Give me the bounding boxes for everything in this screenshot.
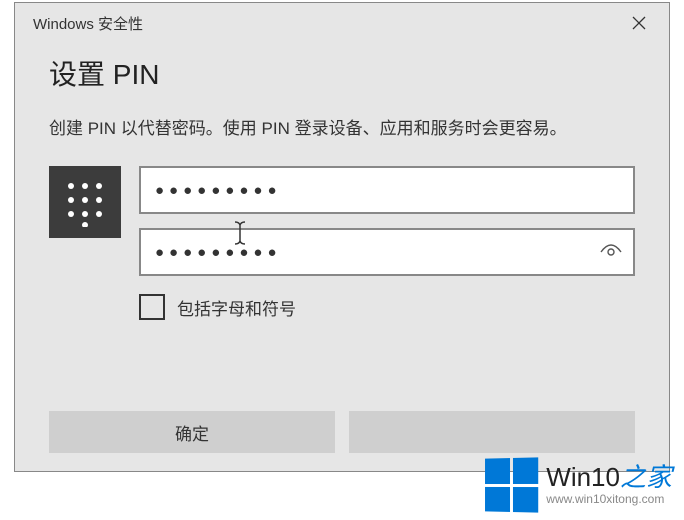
- pin-field[interactable]: [139, 166, 635, 214]
- close-icon: [632, 16, 646, 30]
- confirm-pin-field[interactable]: [139, 228, 635, 276]
- reveal-password-button[interactable]: [597, 238, 625, 266]
- pin-form: [49, 166, 635, 276]
- checkbox-row: 包括字母和符号: [139, 294, 635, 320]
- close-button[interactable]: [621, 7, 657, 39]
- windows-logo-icon: [485, 457, 538, 512]
- button-row: 确定: [49, 411, 635, 453]
- cancel-button[interactable]: [349, 411, 635, 453]
- watermark-brand-accent: 之家: [620, 462, 672, 492]
- keypad-icon: [49, 166, 121, 238]
- dialog-description: 创建 PIN 以代替密码。使用 PIN 登录设备、应用和服务时会更容易。: [49, 115, 635, 142]
- confirm-input-wrap: [139, 228, 635, 276]
- watermark-brand: Win10: [546, 462, 620, 492]
- dialog-heading: 设置 PIN: [49, 53, 635, 93]
- security-dialog: Windows 安全性 设置 PIN 创建 PIN 以代替密码。使用 PIN 登…: [14, 2, 670, 472]
- include-symbols-checkbox[interactable]: [139, 294, 165, 320]
- titlebar: Windows 安全性: [15, 3, 669, 43]
- ok-button[interactable]: 确定: [49, 411, 335, 453]
- window-title: Windows 安全性: [33, 13, 143, 34]
- watermark-text: Win10之家 www.win10xitong.com: [546, 463, 672, 507]
- watermark: Win10之家 www.win10xitong.com: [484, 458, 672, 512]
- watermark-url: www.win10xitong.com: [546, 493, 672, 507]
- eye-icon: [600, 244, 622, 260]
- dialog-content: 设置 PIN 创建 PIN 以代替密码。使用 PIN 登录设备、应用和服务时会更…: [15, 43, 669, 320]
- pin-input-wrap: [139, 166, 635, 214]
- checkbox-label: 包括字母和符号: [177, 295, 296, 320]
- input-column: [139, 166, 635, 276]
